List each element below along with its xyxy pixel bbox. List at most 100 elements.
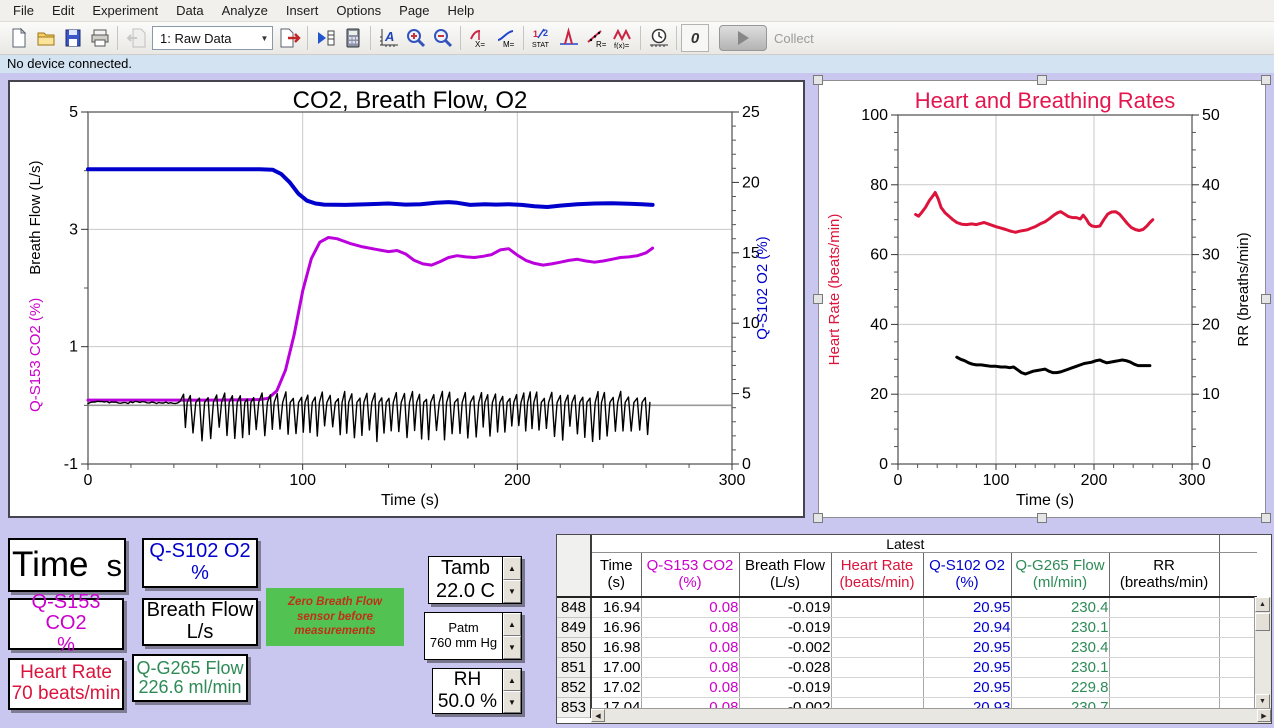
heart-rate-meter[interactable]: Heart Rate 70 beats/min [8, 658, 124, 710]
table-cell[interactable] [831, 658, 923, 678]
patm-up-button[interactable]: ▲ [503, 613, 521, 636]
table-col-header[interactable]: Q-S153 CO2(%) [641, 553, 739, 598]
table-cell[interactable]: 230.4 [1011, 597, 1109, 618]
table-cell[interactable] [831, 638, 923, 658]
table-row-number[interactable]: 853 [557, 698, 591, 718]
table-cell[interactable] [831, 618, 923, 638]
table-row-number[interactable]: 849 [557, 618, 591, 638]
save-button[interactable] [59, 25, 86, 52]
table-row-number[interactable]: 850 [557, 638, 591, 658]
open-file-button[interactable] [32, 25, 59, 52]
y-axis-label[interactable]: Q-S102 O2 (%) [754, 236, 771, 339]
table-cell[interactable]: 16.96 [591, 618, 641, 638]
scroll-up-button[interactable]: ▲ [1255, 597, 1270, 612]
vertical-scroll-thumb[interactable] [1255, 613, 1270, 631]
table-col-header[interactable]: RR(breaths/min) [1109, 553, 1219, 598]
table-cell[interactable]: 20.95 [923, 638, 1011, 658]
menu-item-analyze[interactable]: Analyze [213, 1, 277, 20]
table-cell[interactable]: 230.1 [1011, 618, 1109, 638]
data-table[interactable]: LatestTime(s)Q-S153 CO2(%)Breath Flow(L/… [556, 534, 1272, 724]
table-cell[interactable]: 17.02 [591, 678, 641, 698]
table-cell[interactable]: -0.019 [739, 618, 831, 638]
table-col-header[interactable]: Q-G265 Flow(ml/min) [1011, 553, 1109, 598]
menu-item-insert[interactable]: Insert [277, 1, 328, 20]
table-cell[interactable]: 20.94 [923, 618, 1011, 638]
selection-handle[interactable] [1037, 513, 1047, 523]
examine-button[interactable] [465, 25, 492, 52]
table-cell[interactable]: 229.8 [1011, 678, 1109, 698]
table-cell[interactable]: -0.019 [739, 678, 831, 698]
y-axis-label[interactable]: Breath Flow (L/s) [27, 160, 44, 274]
tamb-up-button[interactable]: ▲ [503, 557, 521, 580]
table-col-header[interactable]: Q-S102 O2(%) [923, 553, 1011, 598]
sticky-note[interactable]: Zero Breath Flow sensor before measureme… [266, 588, 404, 646]
rh-up-button[interactable]: ▲ [503, 669, 521, 691]
table-cell[interactable]: 0.08 [641, 638, 739, 658]
table-cell[interactable] [1109, 618, 1219, 638]
selection-handle[interactable] [1261, 75, 1271, 85]
table-cell[interactable]: 0.08 [641, 618, 739, 638]
tamb-spinner[interactable]: Tamb 22.0 C ▲ ▼ [428, 556, 522, 604]
selection-handle[interactable] [813, 75, 823, 85]
table-col-header[interactable]: Heart Rate(beats/min) [831, 553, 923, 598]
table-cell[interactable]: 230.4 [1011, 638, 1109, 658]
collect-button[interactable] [719, 25, 767, 51]
table-row-number[interactable]: 852 [557, 678, 591, 698]
graph-options-button[interactable] [375, 25, 402, 52]
table-cell[interactable] [1109, 638, 1219, 658]
table-vertical-scrollbar[interactable]: ▲ ▼ [1254, 597, 1271, 709]
table-cell[interactable]: -0.002 [739, 638, 831, 658]
menu-item-help[interactable]: Help [439, 1, 484, 20]
table-cell[interactable]: 0.08 [641, 658, 739, 678]
y-axis-label[interactable]: RR (breaths/min) [1235, 232, 1252, 346]
o2-meter[interactable]: Q-S102 O2 % [142, 538, 258, 588]
table-cell[interactable]: 0.08 [641, 597, 739, 618]
table-horizontal-scrollbar[interactable]: ◀ ▶ [591, 708, 1271, 723]
menu-item-file[interactable]: File [4, 1, 43, 20]
table-cell[interactable]: 230.1 [1011, 658, 1109, 678]
data-collection-button[interactable] [645, 25, 672, 52]
print-button[interactable] [86, 25, 113, 52]
selection-handle[interactable] [1261, 513, 1271, 523]
patm-down-button[interactable]: ▼ [503, 636, 521, 659]
table-cell[interactable] [1109, 597, 1219, 618]
table-col-header[interactable]: Breath Flow(L/s) [739, 553, 831, 598]
selection-handle[interactable] [813, 513, 823, 523]
table-cell[interactable]: 16.94 [591, 597, 641, 618]
patm-spinner[interactable]: Patm 760 mm Hg ▲ ▼ [424, 612, 522, 660]
co2-meter[interactable]: Q-S153 CO2 % [8, 598, 124, 650]
menu-item-edit[interactable]: Edit [43, 1, 83, 20]
chart-title[interactable]: Heart and Breathing Rates [915, 88, 1176, 113]
table-cell[interactable]: 0.08 [641, 678, 739, 698]
scroll-left-button[interactable]: ◀ [591, 709, 605, 722]
data-table-button[interactable] [339, 25, 366, 52]
table-cell[interactable]: 20.95 [923, 597, 1011, 618]
selection-handle[interactable] [1261, 294, 1271, 304]
breath-flow-meter[interactable]: Breath Flow L/s [142, 598, 258, 646]
g265-flow-meter[interactable]: Q-G265 Flow 226.6 ml/min [132, 654, 248, 702]
linear-fit-button[interactable] [582, 25, 609, 52]
table-cell[interactable] [1109, 678, 1219, 698]
table-cell[interactable]: 16.98 [591, 638, 641, 658]
table-cell[interactable] [831, 678, 923, 698]
new-file-button[interactable] [5, 25, 32, 52]
table-cell[interactable]: 20.95 [923, 678, 1011, 698]
next-page-button[interactable] [276, 25, 303, 52]
chevron-down-icon[interactable]: ▼ [257, 34, 272, 43]
table-row-number[interactable]: 848 [557, 597, 591, 618]
zoom-out-button[interactable] [429, 25, 456, 52]
selection-handle[interactable] [813, 294, 823, 304]
prev-page-button[interactable] [122, 25, 149, 52]
tamb-down-button[interactable]: ▼ [503, 580, 521, 603]
curve-fit-button[interactable] [609, 25, 636, 52]
zero-button[interactable]: 0 [681, 24, 709, 52]
table-cell[interactable] [1109, 658, 1219, 678]
zoom-in-button[interactable] [402, 25, 429, 52]
selection-handle[interactable] [1037, 75, 1047, 85]
menu-item-experiment[interactable]: Experiment [83, 1, 167, 20]
table-row-number[interactable]: 851 [557, 658, 591, 678]
scroll-down-button[interactable]: ▼ [1255, 694, 1270, 709]
scroll-right-button[interactable]: ▶ [1257, 709, 1271, 722]
table-cell[interactable]: 17.00 [591, 658, 641, 678]
statistics-button[interactable] [528, 25, 555, 52]
